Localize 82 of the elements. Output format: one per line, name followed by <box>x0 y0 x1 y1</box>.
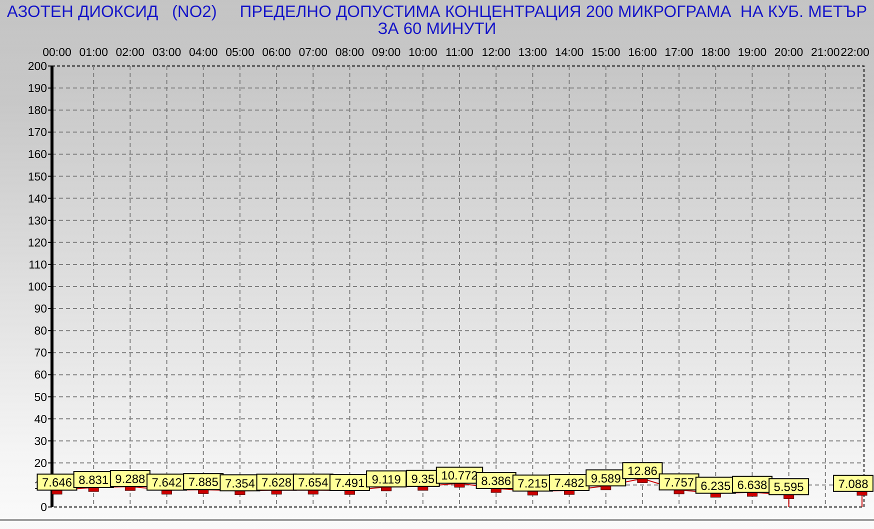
data-label: 7.646 <box>36 474 78 491</box>
y-tick-label: 170 <box>28 127 47 140</box>
data-label: 7.642 <box>146 474 188 491</box>
x-tick-label: 11:00 <box>446 47 474 59</box>
y-tick-label: 110 <box>28 259 47 272</box>
x-tick-label: 03:00 <box>152 47 182 59</box>
data-label: 9.288 <box>115 472 146 486</box>
data-label: 12.86 <box>627 464 658 478</box>
data-label: 7.646 <box>42 476 72 490</box>
x-tick-label: 12:00 <box>482 47 510 59</box>
y-tick-label: 130 <box>28 215 47 228</box>
data-label: 7.654 <box>298 476 328 490</box>
x-tick-label: 06:00 <box>262 47 291 59</box>
data-label: 7.482 <box>554 476 585 490</box>
x-tick-label: 19:00 <box>738 47 767 59</box>
y-tick-label: 160 <box>28 149 47 162</box>
x-tick-label: 22:00 <box>840 47 870 59</box>
data-label: 7.482 <box>549 474 590 491</box>
y-tick-label: 100 <box>28 282 47 294</box>
data-label: 7.088 <box>838 476 869 491</box>
x-tick-label: 05:00 <box>226 47 254 59</box>
x-tick-label: 02:00 <box>116 47 145 59</box>
x-tick-label: 04:00 <box>188 47 218 59</box>
data-label: 9.589 <box>586 469 626 486</box>
y-tick-label: 50 <box>34 392 47 404</box>
data-label: 9.119 <box>372 472 402 486</box>
y-tick-label: 60 <box>34 370 47 382</box>
x-tick-label: 17:00 <box>664 47 694 59</box>
chart-title: АЗОТЕН ДИОКСИД (NO2) ПРЕДЕЛНО ДОПУСТИМА КОНЦЕНТРАЦИЯ 200 МИКРОГРАМА НА КУБ. МЕТЪР ЗА 60 МИНУТИ <box>6 4 868 38</box>
y-tick-label: 190 <box>28 83 47 96</box>
x-tick-label: 18:00 <box>701 47 730 59</box>
data-label: 7.642 <box>152 476 182 490</box>
y-tick-label: 40 <box>34 414 47 426</box>
data-label: 8.386 <box>481 474 512 488</box>
data-label: 8.831 <box>73 471 114 488</box>
x-tick-label: 14:00 <box>554 47 584 59</box>
y-tick-label: 70 <box>34 348 47 360</box>
x-tick-label: 21:00 <box>811 47 840 59</box>
data-label: 7.215 <box>512 474 553 492</box>
x-tick-label: 08:00 <box>335 47 364 59</box>
y-tick-label: 120 <box>28 237 47 250</box>
data-label: 5.595 <box>768 478 810 496</box>
y-tick-label: 200 <box>28 61 47 73</box>
y-tick-label: 0 <box>40 502 47 514</box>
x-tick-label: 01:00 <box>79 47 108 59</box>
data-label: 7.757 <box>664 475 694 490</box>
x-tick-label: 10:00 <box>408 47 438 59</box>
data-label: 7.885 <box>183 473 224 490</box>
data-label: 9.35 <box>406 470 440 487</box>
data-label: 9.288 <box>110 470 150 488</box>
data-label: 8.831 <box>78 473 109 488</box>
x-tick-label: 07:00 <box>298 47 328 59</box>
data-label: 7.628 <box>262 476 292 490</box>
x-tick-label: 13:00 <box>518 47 548 59</box>
x-tick-label: 15:00 <box>591 47 620 59</box>
y-tick-label: 140 <box>28 193 47 206</box>
x-tick-label: 16:00 <box>628 47 657 59</box>
y-tick-label: 80 <box>34 326 47 338</box>
data-label: 7.215 <box>518 476 548 491</box>
data-label: 6.235 <box>700 478 731 493</box>
data-label: 8.386 <box>476 472 516 489</box>
data-label: 12.86 <box>622 462 663 480</box>
y-tick-label: 180 <box>28 105 47 118</box>
y-tick-label: 90 <box>34 304 47 316</box>
x-tick-label: 20:00 <box>774 47 804 59</box>
y-tick-label: 20 <box>34 458 47 470</box>
data-label: 9.589 <box>590 471 622 486</box>
y-tick-label: 150 <box>28 171 47 184</box>
x-tick-label: 00:00 <box>42 47 72 59</box>
data-label: 7.354 <box>220 474 260 492</box>
y-tick-label: 30 <box>34 436 47 448</box>
data-label: 7.654 <box>292 474 334 491</box>
data-label: 6.638 <box>737 478 768 492</box>
data-label: 5.595 <box>774 480 804 494</box>
data-label: 6.235 <box>695 476 736 494</box>
data-label: 7.757 <box>658 473 700 490</box>
data-label: 9.119 <box>366 470 407 488</box>
data-label: 7.491 <box>334 476 366 490</box>
x-tick-label: 09:00 <box>372 47 401 59</box>
data-label: 7.354 <box>224 476 256 490</box>
data-label: 7.885 <box>188 475 219 490</box>
data-label: 9.35 <box>411 472 435 486</box>
